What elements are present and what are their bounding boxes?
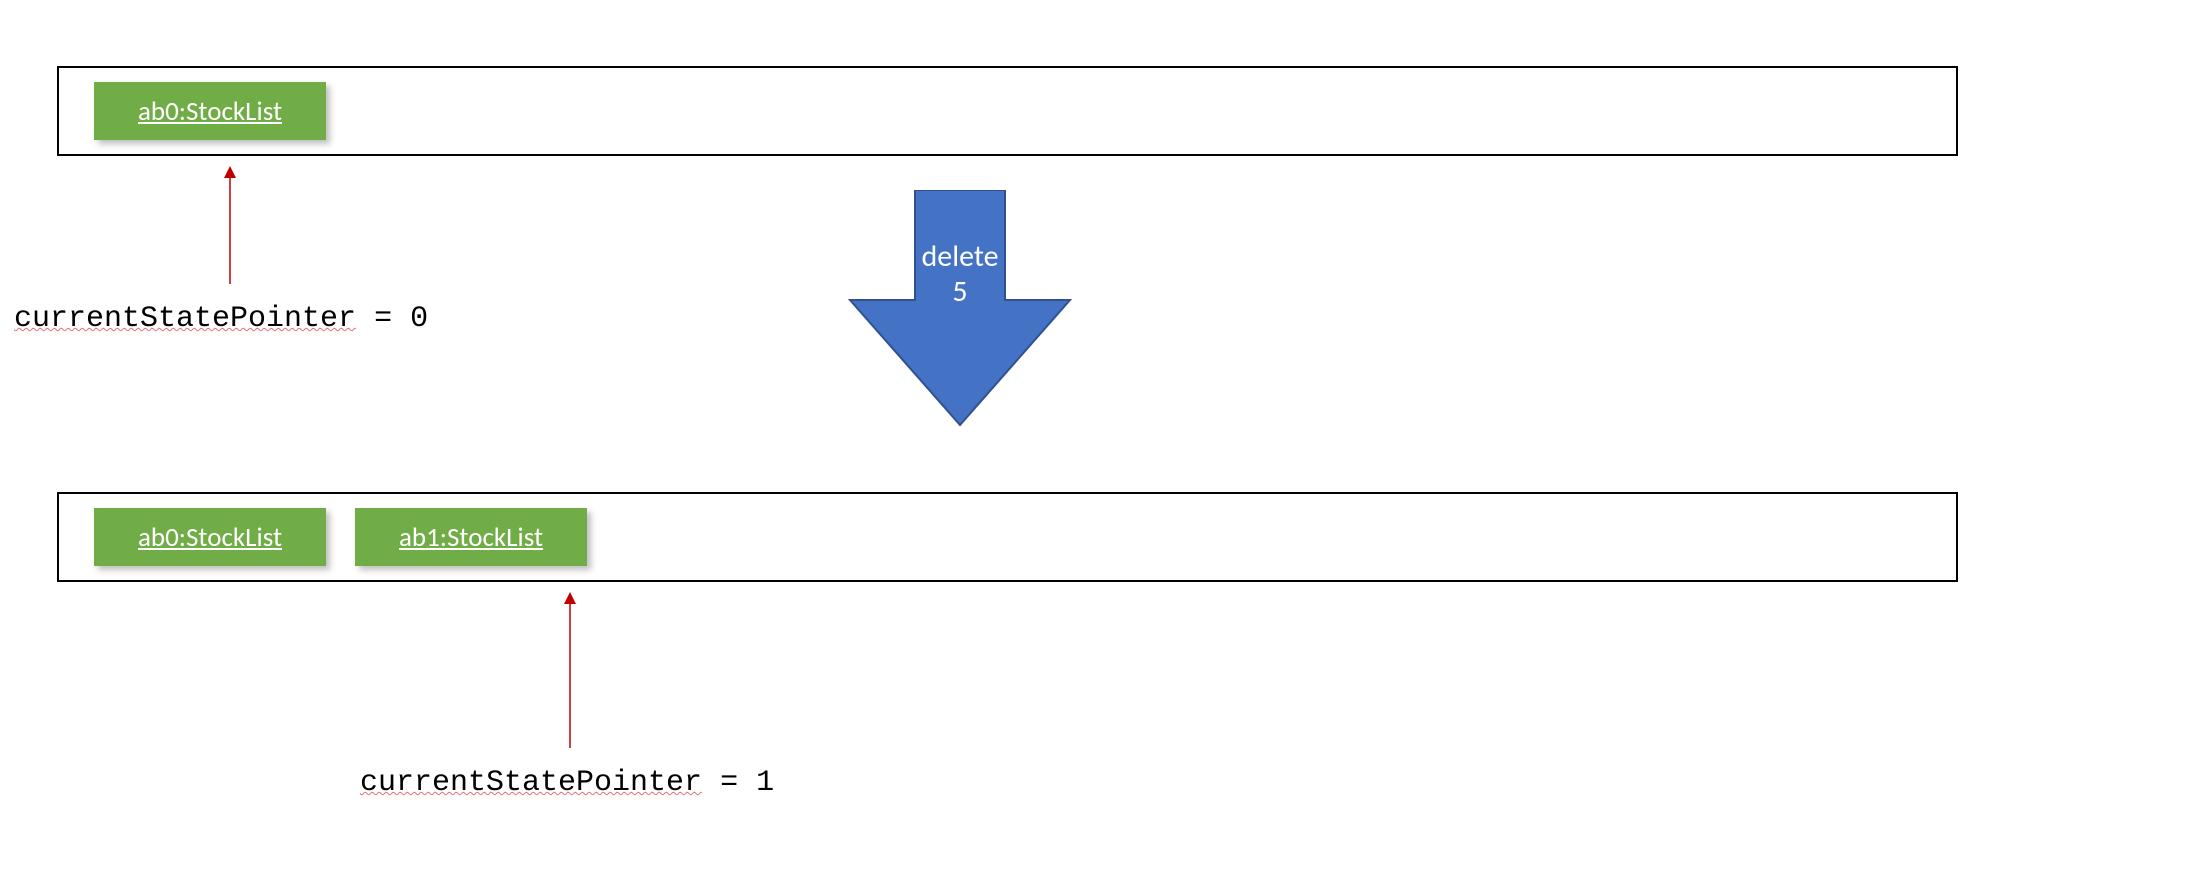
stock-item-ab1-bottom: ab1:StockList — [355, 508, 587, 566]
pointer-var-name: currentStatePointer — [360, 766, 702, 800]
pointer-var-name: currentStatePointer — [14, 302, 356, 336]
stock-item-ab0-top: ab0:StockList — [94, 82, 326, 140]
pointer-value: = 0 — [356, 302, 428, 336]
state-list-top: ab0:StockList — [57, 66, 1958, 156]
transition-label-line2: 5 — [952, 273, 967, 310]
transition-arrow-icon — [845, 190, 1075, 430]
stock-item-label: ab0:StockList — [138, 521, 282, 554]
pointer-label-top: currentStatePointer = 0 — [14, 302, 428, 336]
transition-arrow-label: delete 5 — [905, 240, 1015, 309]
stock-item-ab0-bottom: ab0:StockList — [94, 508, 326, 566]
stock-item-label: ab0:StockList — [138, 95, 282, 128]
state-list-bottom: ab0:StockList ab1:StockList — [57, 492, 1958, 582]
pointer-label-bottom: currentStatePointer = 1 — [360, 766, 774, 800]
pointer-arrow-bottom — [560, 592, 580, 752]
pointer-value: = 1 — [702, 766, 774, 800]
stock-item-label: ab1:StockList — [399, 521, 543, 554]
transition-label-line1: delete — [922, 238, 999, 275]
pointer-arrow-top — [220, 166, 240, 288]
